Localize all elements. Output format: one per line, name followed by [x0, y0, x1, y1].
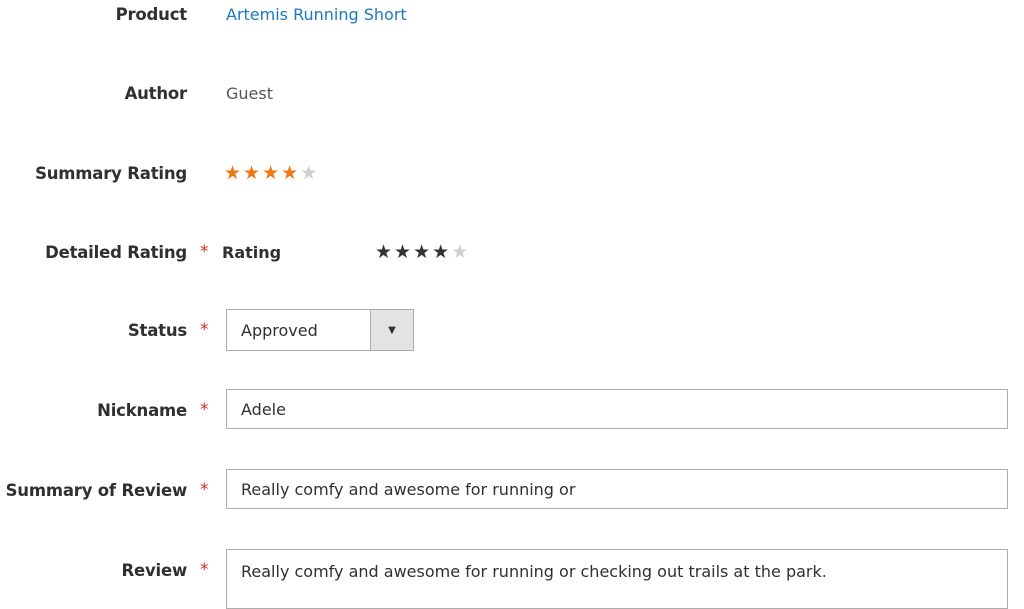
star-filled-icon[interactable]: ★ [413, 241, 432, 263]
summary-rating-label: Summary Rating [35, 163, 187, 183]
product-row: Product Artemis Running Short [0, 0, 1024, 36]
status-row: Status * Approved ▼ [0, 308, 1024, 352]
author-row: Author Guest [0, 71, 1024, 115]
rating-sub-label: Rating [222, 242, 282, 262]
nickname-label: Nickname [97, 400, 187, 420]
required-asterisk: * [200, 560, 209, 580]
star-filled-icon: ★ [224, 162, 244, 184]
detailed-rating-label: Detailed Rating [45, 242, 187, 262]
author-value: Guest [226, 83, 273, 103]
summary-row: Summary of Review * Really comfy and awe… [0, 468, 1024, 512]
required-asterisk: * [200, 320, 209, 340]
required-asterisk: * [200, 480, 209, 500]
nickname-row: Nickname * Adele [0, 388, 1024, 432]
summary-rating-stars: ★★★★★ [224, 162, 319, 184]
summary-input[interactable]: Really comfy and awesome for running or [226, 469, 1008, 509]
summary-label: Summary of Review [5, 480, 188, 500]
star-empty-icon: ★ [300, 162, 320, 184]
status-label: Status [127, 320, 187, 340]
status-select[interactable]: Approved ▼ [226, 309, 414, 351]
star-filled-icon[interactable]: ★ [375, 241, 394, 263]
star-filled-icon: ★ [281, 162, 301, 184]
product-label: Product [115, 4, 188, 24]
summary-rating-row: Summary Rating ★★★★★ [0, 151, 1024, 195]
review-textarea[interactable]: Really comfy and awesome for running or … [226, 549, 1008, 609]
author-label: Author [124, 83, 188, 103]
nickname-input[interactable]: Adele [226, 389, 1008, 429]
required-asterisk: * [200, 242, 209, 262]
star-filled-icon[interactable]: ★ [432, 241, 451, 263]
star-filled-icon[interactable]: ★ [394, 241, 413, 263]
detailed-rating-stars[interactable]: ★★★★★ [375, 241, 470, 263]
review-label: Review [121, 560, 187, 580]
detailed-rating-row: Detailed Rating * Rating ★★★★★ [0, 230, 1024, 274]
product-link[interactable]: Artemis Running Short [226, 5, 407, 24]
star-filled-icon: ★ [262, 162, 282, 184]
star-empty-icon[interactable]: ★ [451, 241, 470, 263]
chevron-down-icon[interactable]: ▼ [370, 310, 413, 350]
status-value: Approved [241, 320, 318, 340]
star-filled-icon: ★ [243, 162, 263, 184]
review-row: Review * Really comfy and awesome for ru… [0, 548, 1024, 609]
required-asterisk: * [200, 400, 209, 420]
